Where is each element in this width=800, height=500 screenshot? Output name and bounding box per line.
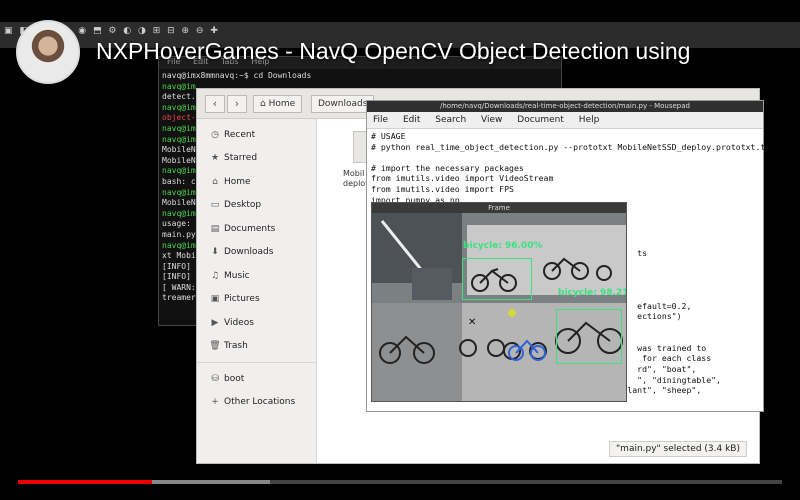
code-line: # USAGE (371, 131, 406, 141)
sidebar-item-desktop[interactable]: ▭ Desktop (197, 194, 316, 218)
progress-played (18, 480, 152, 484)
sidebar-item-music[interactable]: ♫ Music (197, 264, 316, 288)
home-icon: ⌂ (212, 176, 218, 187)
sidebar-item-label: Music (224, 270, 250, 281)
sidebar-item-label: Pictures (224, 294, 260, 305)
sidebar-divider (197, 362, 316, 363)
editor-menubar: File Edit Search View Document Help (367, 112, 763, 129)
detection-label-2: bicycle: 98.21 (558, 288, 627, 298)
sidebar-item-home[interactable]: ⌂ Home (197, 170, 316, 194)
detection-box-1 (462, 258, 532, 300)
desktop-icon: ▭ (210, 200, 220, 211)
sidebar-item-label: Desktop (224, 200, 262, 211)
sidebar-item-label: Starred (224, 153, 258, 164)
editor-menu-edit[interactable]: Edit (403, 115, 420, 125)
video-title[interactable]: NXPHoverGames - NavQ OpenCV Object Detec… (96, 38, 690, 65)
drive-icon: ⛁ (211, 373, 219, 384)
editor-menu-document[interactable]: Document (517, 115, 564, 125)
sidebar-item-pictures[interactable]: ▣ Pictures (197, 288, 316, 312)
sidebar-item-label: boot (224, 373, 245, 384)
sidebar-item-starred[interactable]: ★ Starred (197, 147, 316, 171)
code-line: from imutils.video import FPS (371, 183, 514, 194)
sidebar-item-trash[interactable]: 🗑 Trash (197, 335, 316, 359)
code-line: # python real_time_object_detection.py -… (371, 141, 766, 152)
detection-label-1: bicycle: 96.00% (463, 241, 543, 251)
star-icon: ★ (210, 153, 220, 164)
back-button[interactable]: ‹ (205, 95, 225, 113)
sidebar-item-label: Home (224, 176, 251, 187)
videos-icon: ▶ (211, 317, 219, 328)
music-icon: ♫ (210, 270, 220, 281)
editor-menu-file[interactable]: File (373, 115, 388, 125)
breadcrumb-home-label: Home (268, 99, 296, 109)
sidebar-item-boot[interactable]: ⛁ boot (197, 367, 316, 391)
sidebar-item-label: Downloads (224, 247, 274, 258)
sidebar-item-label: Videos (224, 317, 254, 328)
camera-frame: ✕ bicycle: 96.00% bicycle: 98.21 (372, 213, 627, 401)
breadcrumb-downloads[interactable]: Downloads (311, 95, 375, 113)
channel-avatar[interactable] (16, 20, 80, 84)
sidebar-item-label: Recent (224, 129, 256, 140)
sidebar-item-videos[interactable]: ▶ Videos (197, 311, 316, 335)
sidebar-item-documents[interactable]: ▤ Documents (197, 217, 316, 241)
terminal-line: navq@imx8mmnavq:~$ cd Downloads (162, 71, 312, 80)
forward-button[interactable]: › (227, 95, 247, 113)
breadcrumb-home[interactable]: ⌂ Home (253, 95, 303, 113)
editor-menu-view[interactable]: View (481, 115, 502, 125)
sidebar-item-downloads[interactable]: ⬇ Downloads (197, 241, 316, 265)
sidebar-item-recent[interactable]: ◷ Recent (197, 123, 316, 147)
pictures-icon: ▣ (210, 294, 220, 305)
video-progress-bar[interactable] (18, 480, 782, 484)
download-icon: ⬇ (211, 247, 219, 258)
sidebar-item-label: Trash (224, 341, 248, 352)
home-icon: ⌂ (260, 99, 269, 109)
detection-box-2 (556, 309, 622, 364)
sidebar-item-label: Other Locations (224, 397, 296, 408)
clock-icon: ◷ (211, 129, 219, 140)
plus-icon: + (211, 397, 219, 408)
editor-title: /home/navq/Downloads/real-time-object-de… (367, 101, 763, 112)
code-line: # import the necessary packages (371, 162, 524, 173)
svg-text:✕: ✕ (468, 317, 476, 328)
selection-status: "main.py" selected (3.4 kB) (609, 441, 747, 457)
frame-title: Frame (372, 203, 626, 213)
sidebar-item-label: Documents (224, 223, 276, 234)
sidebar-item-other-locations[interactable]: + Other Locations (197, 391, 316, 415)
editor-menu-help[interactable]: Help (579, 115, 600, 125)
opencv-frame-window[interactable]: Frame ✕ bicycle: 96.00% bicycle: 98.21 (371, 202, 627, 402)
code-line: from imutils.video import VideoStream (371, 173, 554, 184)
documents-icon: ▤ (210, 223, 220, 234)
places-sidebar: ◷ Recent ★ Starred ⌂ Home ▭ Desktop ▤ Documents ⬇ D… (197, 119, 317, 463)
editor-menu-search[interactable]: Search (435, 115, 466, 125)
trash-icon: 🗑 (209, 341, 221, 352)
